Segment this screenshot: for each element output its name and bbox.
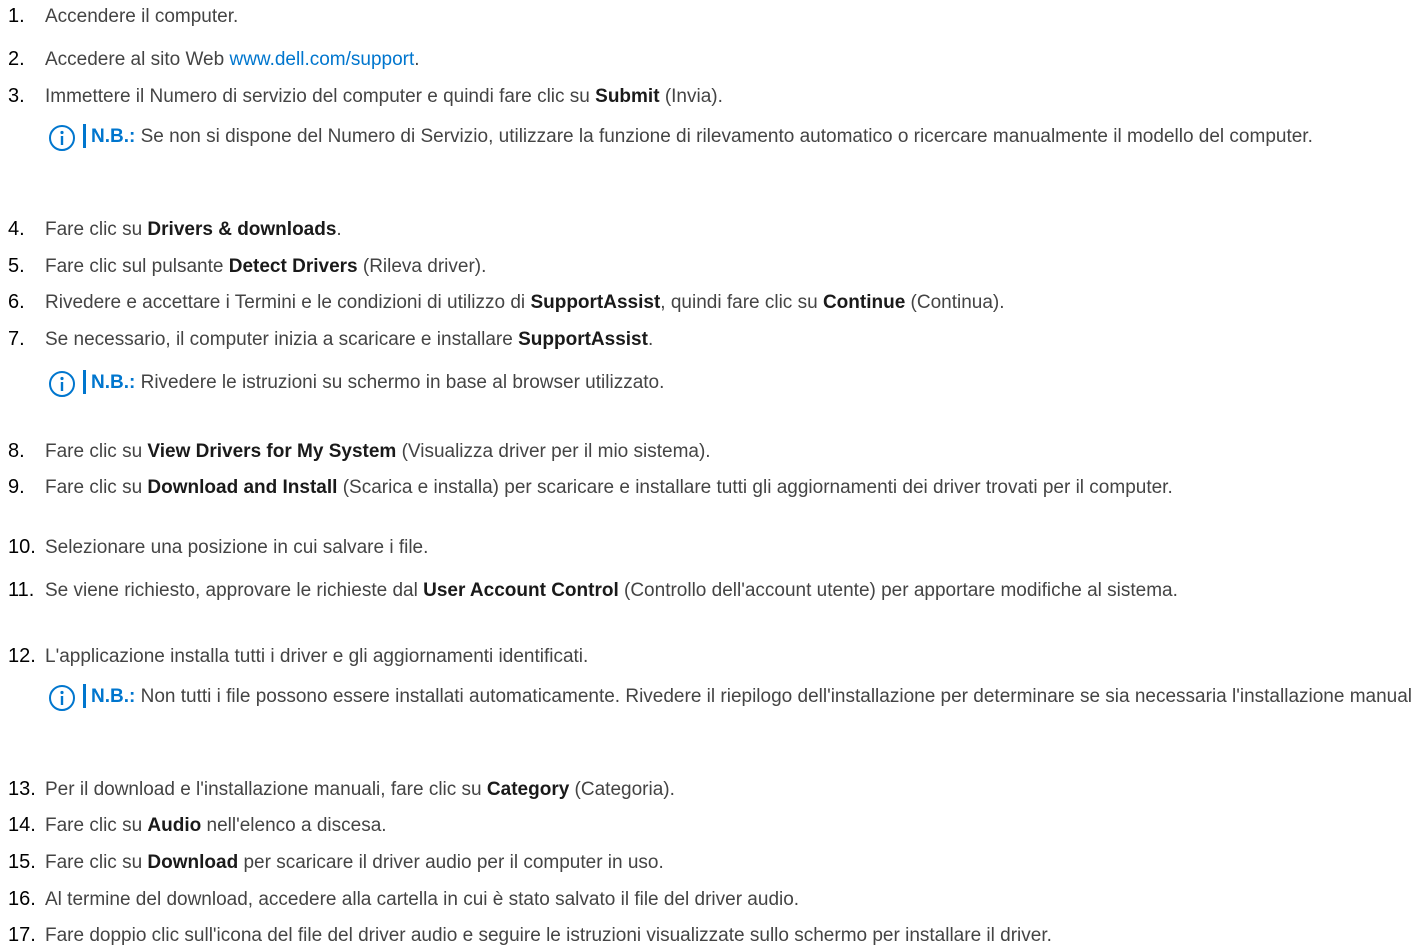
step-1: 1. Accendere il computer. xyxy=(8,4,1411,29)
step-text: Accedere al sito Web xyxy=(45,49,230,70)
step-number: 16. xyxy=(8,888,36,910)
step-4: 4. Fare clic su Drivers & downloads. xyxy=(8,217,1411,242)
step-number: 6. xyxy=(8,291,25,313)
step-text: (Categoria). xyxy=(569,779,675,800)
note-label: N.B.: xyxy=(91,372,136,393)
step-text: Fare clic su xyxy=(45,441,148,462)
step-8: 8. Fare clic su View Drivers for My Syst… xyxy=(8,439,1411,464)
step-text: (Scarica e installa) per scaricare e ins… xyxy=(337,477,1173,498)
step-text: (Visualizza driver per il mio sistema). xyxy=(396,441,711,462)
step-13: 13. Per il download e l'installazione ma… xyxy=(8,777,1411,802)
step-9: 9. Fare clic su Download and Install (Sc… xyxy=(8,475,1375,500)
support-link[interactable]: www.dell.com/support xyxy=(229,49,414,70)
step-text: Al termine del download, accedere alla c… xyxy=(45,889,800,910)
step-number: 12. xyxy=(8,645,36,667)
step-10: 10. Selezionare una posizione in cui sal… xyxy=(8,535,1411,560)
step-keyword: Detect Drivers xyxy=(228,256,358,277)
step-14: 14. Fare clic su Audio nell'elenco a dis… xyxy=(8,813,1411,838)
step-number: 1. xyxy=(8,5,25,27)
step-keyword: Continue xyxy=(822,292,906,313)
info-icon xyxy=(49,125,75,151)
step-number: 10. xyxy=(8,536,36,558)
step-number: 3. xyxy=(8,85,25,107)
step-text: . xyxy=(414,49,420,70)
step-number: 2. xyxy=(8,48,25,70)
step-keyword: User Account Control xyxy=(423,580,619,601)
step-number: 15. xyxy=(8,851,36,873)
note-box: N.B.: Non tutti i file possono essere in… xyxy=(45,681,1411,712)
step-3: 3. Immettere il Numero di servizio del c… xyxy=(8,84,1411,109)
note-divider xyxy=(83,124,86,148)
step-16: 16. Al termine del download, accedere al… xyxy=(8,887,1411,912)
step-text: Fare clic su xyxy=(45,477,148,498)
step-text: Selezionare una posizione in cui salvare… xyxy=(45,537,429,558)
step-text: Fare clic su xyxy=(45,219,148,240)
step-text: Fare clic su xyxy=(45,852,148,873)
step-text: (Controllo dell'account utente) per appo… xyxy=(618,580,1178,601)
step-number: 11. xyxy=(8,579,35,601)
step-text: (Continua). xyxy=(905,292,1005,313)
step-number: 14. xyxy=(8,814,36,836)
step-number: 5. xyxy=(8,255,25,277)
note-text: Non tutti i file possono essere installa… xyxy=(135,686,1411,707)
step-keyword: Audio xyxy=(147,815,202,836)
step-number: 17. xyxy=(8,924,36,946)
step-keyword: Drivers & downloads xyxy=(147,219,337,240)
step-number: 7. xyxy=(8,328,25,350)
step-text: , quindi fare clic su xyxy=(660,292,823,313)
step-text: L'applicazione installa tutti i driver e… xyxy=(45,646,589,667)
step-text: Accendere il computer. xyxy=(45,6,239,27)
step-number: 4. xyxy=(8,218,25,240)
step-12: 12. L'applicazione installa tutti i driv… xyxy=(8,644,1411,669)
step-11: 11. Se viene richiesto, approvare le ric… xyxy=(8,578,1411,603)
step-keyword: View Drivers for My System xyxy=(147,441,397,462)
step-keyword: Category xyxy=(486,779,570,800)
step-7: 7. Se necessario, il computer inizia a s… xyxy=(8,327,1411,352)
step-text: Se necessario, il computer inizia a scar… xyxy=(45,329,519,350)
step-15: 15. Fare clic su Download per scaricare … xyxy=(8,850,1411,875)
step-number: 8. xyxy=(8,440,25,462)
step-text: Rivedere e accettare i Termini e le cond… xyxy=(45,292,531,313)
step-text: per scaricare il driver audio per il com… xyxy=(238,852,664,873)
note-box: N.B.: Rivedere le istruzioni su schermo … xyxy=(45,367,1411,398)
note-label: N.B.: xyxy=(91,126,136,147)
step-keyword: SupportAssist xyxy=(518,329,648,350)
note-label: N.B.: xyxy=(91,686,136,707)
step-text: Fare doppio clic sull'icona del file del… xyxy=(45,925,1052,946)
note-text: Se non si dispone del Numero di Servizio… xyxy=(135,126,1313,147)
step-text: Fare clic su xyxy=(45,815,148,836)
step-text: nell'elenco a discesa. xyxy=(201,815,387,836)
step-text: (Invia). xyxy=(659,86,723,107)
step-text: Immettere il Numero di servizio del comp… xyxy=(45,86,596,107)
step-text: Per il download e l'installazione manual… xyxy=(45,779,487,800)
step-text: Se viene richiesto, approvare le richies… xyxy=(45,580,424,601)
note-divider xyxy=(83,370,86,394)
step-number: 13. xyxy=(8,778,36,800)
step-keyword: SupportAssist xyxy=(530,292,661,313)
step-17: 17. Fare doppio clic sull'icona del file… xyxy=(8,923,1411,948)
step-2: 2. Accedere al sito Web www.dell.com/sup… xyxy=(8,47,1411,72)
step-5: 5. Fare clic sul pulsante Detect Drivers… xyxy=(8,254,1411,279)
step-text: . xyxy=(336,219,342,240)
step-keyword: Submit xyxy=(595,86,660,107)
step-text: Fare clic sul pulsante xyxy=(45,256,229,277)
step-keyword: Download and Install xyxy=(147,477,338,498)
info-icon xyxy=(49,685,75,711)
step-keyword: Download xyxy=(147,852,239,873)
note-divider xyxy=(83,684,86,708)
step-number: 9. xyxy=(8,476,25,498)
note-box: N.B.: Se non si dispone del Numero di Se… xyxy=(45,121,1411,152)
step-6: 6. Rivedere e accettare i Termini e le c… xyxy=(8,290,1411,315)
step-text: (Rileva driver). xyxy=(357,256,487,277)
info-icon xyxy=(49,371,75,397)
step-text: . xyxy=(647,329,654,350)
note-text: Rivedere le istruzioni su schermo in bas… xyxy=(135,372,665,393)
